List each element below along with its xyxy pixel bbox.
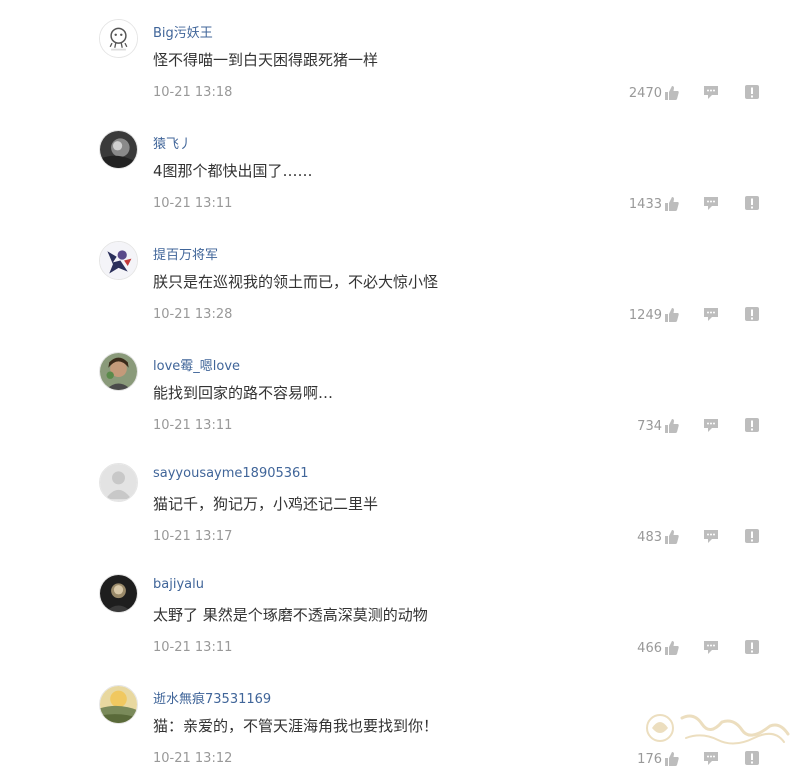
exclamation-icon[interactable]: [744, 195, 760, 211]
comment-text: 猫：亲爱的，不管天涯海角我也要找到你！: [153, 717, 439, 735]
speech-bubble-icon[interactable]: [703, 195, 719, 211]
like-button[interactable]: 1433: [629, 195, 680, 213]
thumbs-up-icon: [664, 640, 680, 656]
exclamation-icon[interactable]: [744, 639, 760, 655]
exclamation-icon[interactable]: [744, 306, 760, 322]
dark-portrait-avatar-icon: [100, 575, 137, 612]
exclamation-icon[interactable]: [744, 528, 760, 544]
portrait-avatar-icon: [100, 353, 137, 390]
exclamation-icon[interactable]: [744, 84, 760, 100]
avatar[interactable]: [99, 130, 138, 169]
comment-item: 提百万将军 朕只是在巡视我的领土而已，不必大惊小怪 10-21 13:28 12…: [0, 222, 798, 333]
username[interactable]: bajiyalu: [153, 577, 204, 592]
default-avatar-icon: [100, 464, 137, 501]
thumbs-up-icon: [664, 418, 680, 434]
thumbs-up-icon: [664, 751, 680, 767]
speech-bubble-icon[interactable]: [703, 84, 719, 100]
timestamp: 10-21 13:18: [153, 85, 233, 100]
sunset-avatar-icon: [100, 686, 137, 723]
avatar[interactable]: [99, 19, 138, 58]
comment-text: 能找到回家的路不容易啊…: [153, 384, 334, 402]
avatar[interactable]: [99, 241, 138, 280]
comment-item: bajiyalu 太野了 果然是个琢磨不透高深莫测的动物 10-21 13:11…: [0, 555, 798, 666]
like-button[interactable]: 176: [637, 750, 680, 768]
speech-bubble-icon[interactable]: [703, 306, 719, 322]
comment-text: 太野了 果然是个琢磨不透高深莫测的动物: [153, 606, 428, 624]
timestamp: 10-21 13:11: [153, 640, 233, 655]
like-button[interactable]: 2470: [629, 84, 680, 102]
like-button[interactable]: 1249: [629, 306, 680, 324]
avatar[interactable]: [99, 685, 138, 724]
thumbs-up-icon: [664, 307, 680, 323]
timestamp: 10-21 13:28: [153, 307, 233, 322]
like-count: 466: [637, 640, 662, 656]
speech-bubble-icon[interactable]: [703, 639, 719, 655]
timestamp: 10-21 13:11: [153, 418, 233, 433]
like-count: 483: [637, 529, 662, 545]
avatar[interactable]: [99, 574, 138, 613]
comment-item: 逝水無痕73531169 猫：亲爱的，不管天涯海角我也要找到你！ 10-21 1…: [0, 666, 798, 777]
like-button[interactable]: 466: [637, 639, 680, 657]
speech-bubble-icon[interactable]: [703, 528, 719, 544]
username[interactable]: 逝水無痕73531169: [153, 688, 271, 707]
anime-avatar-icon: [100, 242, 137, 279]
dark-photo-avatar-icon: [100, 131, 137, 168]
like-count: 1433: [628, 196, 662, 212]
comment-item: sayyousayme18905361 猫记千，狗记万，小鸡还记二里半 10-2…: [0, 444, 798, 555]
like-button[interactable]: 483: [637, 528, 680, 546]
like-count: 176: [637, 751, 662, 767]
like-count: 734: [637, 418, 662, 434]
comment-item: Big污妖王 怪不得喵一到白天困得跟死猪一样 10-21 13:18 2470: [0, 0, 798, 111]
robot-avatar-icon: [100, 20, 137, 57]
avatar[interactable]: [99, 352, 138, 391]
username[interactable]: 猿飞丿: [153, 133, 192, 152]
comment-text: 怪不得喵一到白天困得跟死猪一样: [153, 51, 379, 69]
thumbs-up-icon: [664, 196, 680, 212]
speech-bubble-icon[interactable]: [703, 417, 719, 433]
comment-text: 朕只是在巡视我的领土而已，不必大惊小怪: [153, 273, 439, 291]
comment-item: 猿飞丿 4图那个都快出国了…… 10-21 13:11 1433: [0, 111, 798, 222]
comment-text: 4图那个都快出国了……: [153, 162, 313, 180]
like-count: 2470: [628, 85, 662, 101]
exclamation-icon[interactable]: [744, 417, 760, 433]
username[interactable]: sayyousayme18905361: [153, 466, 309, 481]
avatar[interactable]: [99, 463, 138, 502]
username[interactable]: 提百万将军: [153, 244, 218, 263]
comment-text: 猫记千，狗记万，小鸡还记二里半: [153, 495, 379, 513]
like-button[interactable]: 734: [637, 417, 680, 435]
username[interactable]: love霉_嗯love: [153, 355, 240, 374]
username[interactable]: Big污妖王: [153, 22, 213, 41]
thumbs-up-icon: [664, 85, 680, 101]
comment-item: love霉_嗯love 能找到回家的路不容易啊… 10-21 13:11 734: [0, 333, 798, 444]
timestamp: 10-21 13:17: [153, 529, 233, 544]
thumbs-up-icon: [664, 529, 680, 545]
timestamp: 10-21 13:11: [153, 196, 233, 211]
like-count: 1249: [628, 307, 662, 323]
